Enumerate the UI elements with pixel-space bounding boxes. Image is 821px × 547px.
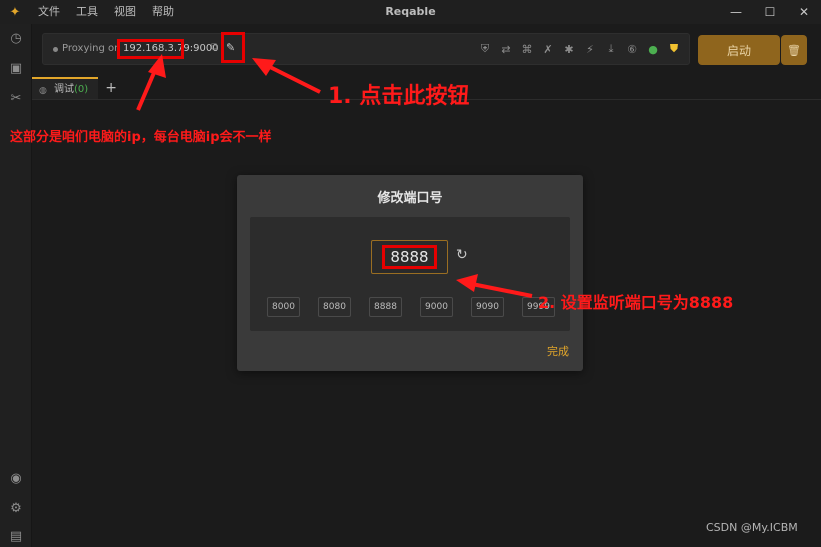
annotation-step2: 2. 设置监听端口号为8888 [538, 293, 734, 312]
arrow-to-port-head [456, 274, 478, 292]
arrow-to-port [471, 282, 533, 298]
watermark: CSDN @My.ICBM [706, 521, 798, 534]
arrow-to-pencil [267, 64, 321, 94]
annotation-ip-note: 这部分是咱们电脑的ip，每台电脑ip会不一样 [10, 130, 272, 145]
arrow-to-ip-head [148, 54, 166, 78]
arrow-to-ip [136, 67, 158, 111]
annotation-step1: 1. 点击此按钮 [328, 84, 470, 109]
